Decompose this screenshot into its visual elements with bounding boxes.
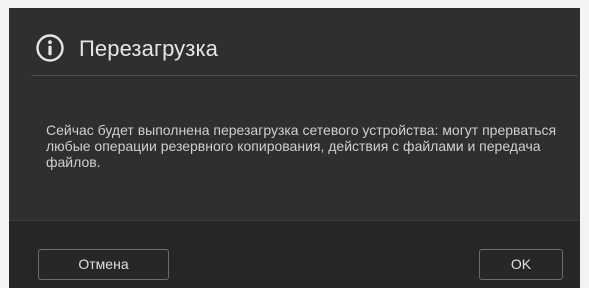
reboot-dialog: Перезагрузка Сейчас будет выполнена пере…: [9, 8, 580, 288]
dialog-footer: Отмена OK: [9, 220, 580, 288]
ok-button[interactable]: OK: [479, 249, 563, 280]
cancel-button[interactable]: Отмена: [38, 249, 169, 280]
dialog-title: Перезагрузка: [79, 36, 219, 61]
dialog-header: Перезагрузка: [9, 8, 580, 84]
info-icon: [35, 33, 65, 63]
dialog-message: Сейчас будет выполнена перезагрузка сете…: [46, 122, 557, 170]
header-divider: [31, 75, 578, 76]
